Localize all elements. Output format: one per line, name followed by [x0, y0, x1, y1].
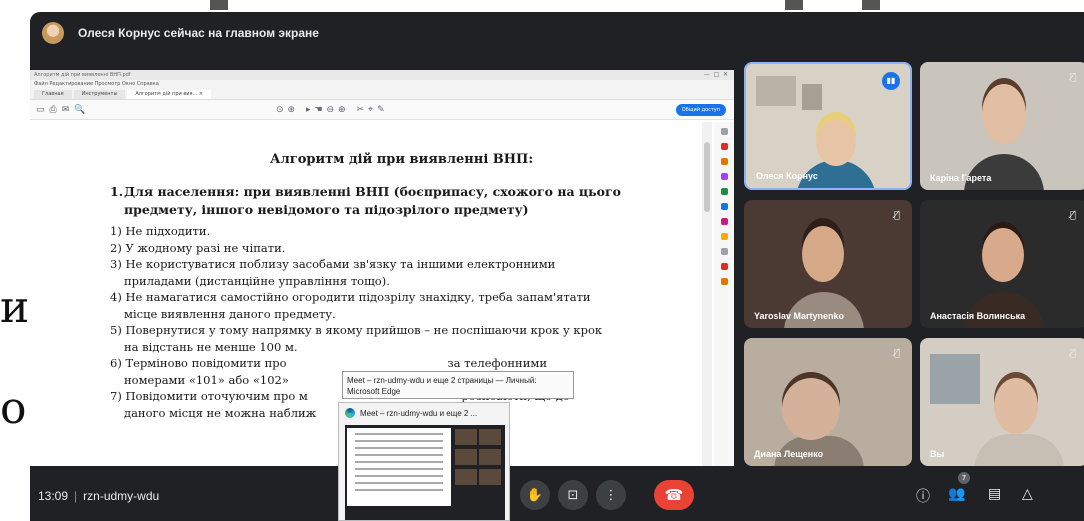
muted-mic-icon: 🎙̸: [1069, 72, 1076, 83]
muted-mic-icon: 🎙̸: [1069, 348, 1076, 359]
doc-scroll-thumb: [704, 142, 710, 212]
tab-tools: Инструменты: [73, 90, 126, 99]
end-call-button[interactable]: ☎: [654, 480, 694, 510]
presenter-banner: Олеся Корнус сейчас на главном экране: [30, 12, 1084, 54]
presenter-avatar: [42, 22, 64, 44]
muted-mic-icon: 🎙̸: [893, 210, 900, 221]
activities-icon[interactable]: △: [1022, 486, 1033, 502]
tool-icon: [720, 188, 728, 195]
tool-icon: [720, 278, 728, 285]
slide-left-margin: и о: [0, 0, 30, 521]
participant-tile[interactable]: 🎙̸ Диана Лещенко: [744, 338, 912, 466]
doc-list-item: 3) Не користуватися поблизу засобами зв'…: [110, 257, 556, 288]
participant-name: Каріна Гарета: [930, 173, 992, 183]
tool-icon: [720, 158, 728, 165]
participant-name: Олеся Корнус: [756, 171, 818, 181]
app-toolbar: ▭⎙✉🔍 ⊙⊕ ▸☚⊖⊕ ✂⌖✎ Общий доступ: [30, 100, 734, 120]
slide-top-bar: [862, 0, 880, 10]
meeting-code: rzn-udmy-wdu: [83, 489, 160, 503]
share-button: Общий доступ: [675, 104, 726, 116]
participant-tile[interactable]: 🎙̸ Вы: [920, 338, 1084, 466]
participant-name: Yaroslav Martynenko: [754, 311, 845, 321]
speaking-indicator-icon: ▮▮: [882, 72, 900, 90]
hand-icon: ✋: [526, 487, 544, 503]
chat-icon[interactable]: ▤: [988, 486, 1001, 502]
view-tools-icon: ⊙⊕ ▸☚⊖⊕ ✂⌖✎: [276, 105, 389, 115]
file-tools-icon: ▭⎙✉🔍: [36, 105, 91, 115]
tool-icon: [720, 263, 728, 270]
tool-icon: [720, 128, 728, 135]
app-menubar: Файл Редактирование Просмотр Окно Справк…: [30, 80, 734, 88]
doc-list-item: 2) У жодному разі не чіпати.: [110, 240, 286, 255]
more-options-button[interactable]: ⋮: [596, 480, 626, 510]
taskbar-thumbnail[interactable]: Meet – rzn-udmy-wdu и еще 2 ...: [338, 402, 510, 521]
edge-browser-icon: [345, 408, 355, 418]
app-title: Алгоритм дій при виявленні ВНП.pdf: [34, 72, 131, 78]
doc-list-item: 4) Не намагатися самостійно огородити пі…: [110, 290, 591, 321]
meeting-info: 13:09 | rzn-udmy-wdu: [38, 489, 160, 503]
participant-tile[interactable]: 🎙̸ Анастасія Волинська: [920, 200, 1084, 328]
doc-list-item: 5) Повернутися у тому напрямку в якому п…: [110, 323, 603, 354]
slide-text-fragment-2: о: [0, 383, 27, 434]
app-tabs: Главная Инструменты Алгоритм дій при вия…: [30, 88, 734, 100]
participant-name: Диана Лещенко: [754, 449, 824, 459]
slide-text-fragment-1: и: [0, 282, 30, 333]
slide-top-bar: [210, 0, 228, 10]
participant-tile[interactable]: ▮▮ Олеся Корнус: [744, 62, 912, 190]
tool-icon: [720, 173, 728, 180]
presenter-banner-text: Олеся Корнус сейчас на главном экране: [78, 26, 319, 40]
present-icon: ⊡: [567, 487, 579, 503]
tab-document: Алгоритм дій при вия... ×: [127, 90, 212, 99]
slide-top-bar: [785, 0, 803, 10]
meet-window: Олеся Корнус сейчас на главном экране Ал…: [30, 12, 1084, 521]
tab-home: Главная: [34, 90, 72, 99]
hang-up-icon: ☎: [664, 486, 684, 504]
app-side-toolbar: [714, 122, 734, 466]
participant-name: Анастасія Волинська: [930, 311, 1026, 321]
taskbar-tooltip: Meet – rzn-udmy-wdu и еще 2 страницы — Л…: [342, 371, 574, 399]
info-icon[interactable]: ⓘ: [916, 486, 930, 506]
participant-tile[interactable]: 🎙̸ Каріна Гарета: [920, 62, 1084, 190]
more-vert-icon: ⋮: [604, 487, 618, 503]
doc-heading: Алгоритм дій при виявленні ВНП:: [270, 152, 534, 167]
app-titlebar: Алгоритм дій при виявленні ВНП.pdf — □ ✕: [30, 70, 734, 80]
muted-mic-icon: 🎙̸: [1069, 210, 1076, 221]
doc-list-item: 1) Не підходити.: [110, 224, 211, 238]
doc-section-title: 1.Для населення: при виявленні ВНП (боєп…: [110, 184, 621, 217]
thumbnail-preview: [345, 425, 505, 520]
clock: 13:09: [38, 489, 69, 503]
participant-tile[interactable]: 🎙̸ Yaroslav Martynenko: [744, 200, 912, 328]
doc-scrollbar: [702, 122, 712, 466]
present-screen-button[interactable]: ⊡: [558, 480, 588, 510]
tool-icon: [720, 143, 728, 150]
muted-mic-icon: 🎙̸: [893, 348, 900, 359]
participant-count-badge: 7: [958, 472, 970, 484]
tool-icon: [720, 218, 728, 225]
tool-icon: [720, 248, 728, 255]
participant-name: Вы: [930, 449, 945, 459]
thumbnail-header: Meet – rzn-udmy-wdu и еще 2 ...: [339, 403, 509, 423]
raise-hand-button[interactable]: ✋: [520, 480, 550, 510]
tool-icon: [720, 233, 728, 240]
window-controls-icon: — □ ✕: [703, 71, 728, 78]
people-icon[interactable]: 👥: [948, 486, 965, 502]
tool-icon: [720, 203, 728, 210]
